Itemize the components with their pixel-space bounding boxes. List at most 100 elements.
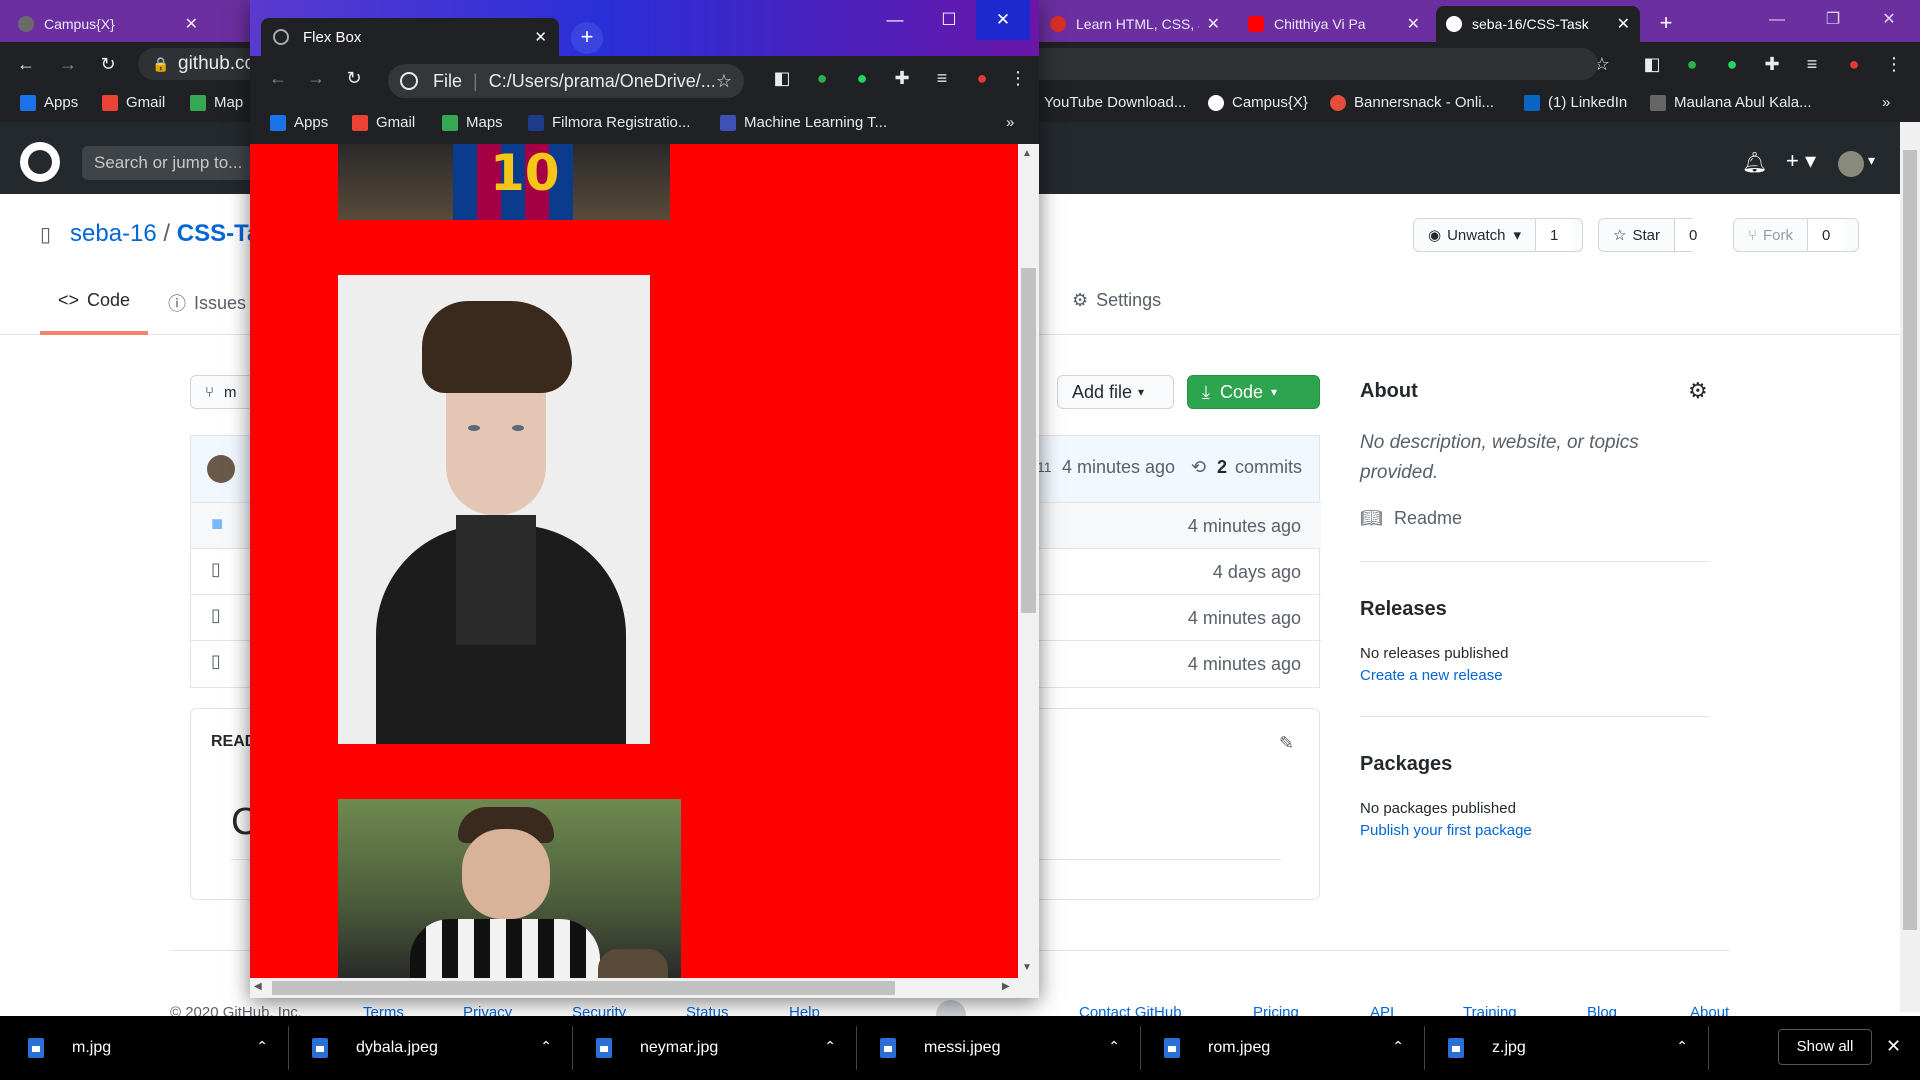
bookmark-machine-learning[interactable]: Machine Learning T...: [720, 114, 887, 131]
tab-issues[interactable]: ⓘ Issues: [168, 290, 246, 316]
new-tab-button[interactable]: +: [1652, 10, 1680, 38]
close-icon[interactable]: ✕: [1207, 14, 1220, 34]
bookmark-bannersnack[interactable]: Bannersnack - Onli...: [1330, 94, 1494, 111]
grammarly-icon[interactable]: ●: [1680, 52, 1704, 76]
star-button[interactable]: ☆ Star 0: [1598, 218, 1712, 252]
scroll-right-icon[interactable]: ▶: [1002, 981, 1010, 992]
grammarly-icon[interactable]: ●: [810, 66, 834, 90]
download-item[interactable]: neymar.jpg ⌃: [596, 1016, 836, 1080]
plus-dropdown-icon[interactable]: + ▾: [1786, 148, 1816, 174]
puzzle-icon[interactable]: ✚: [890, 66, 914, 90]
forward-icon[interactable]: →: [304, 66, 328, 90]
bookmark-maps[interactable]: Maps: [442, 114, 503, 131]
tab-code[interactable]: <> Code: [58, 290, 130, 311]
download-item[interactable]: z.jpg ⌃: [1448, 1016, 1688, 1080]
minimize-icon[interactable]: —: [868, 0, 922, 40]
close-icon[interactable]: ✕: [1407, 14, 1420, 34]
tab-flex-box[interactable]: Flex Box ✕: [261, 18, 559, 56]
pencil-icon[interactable]: ✎: [1279, 733, 1294, 754]
bookmark-campusx[interactable]: Campus{X}: [1208, 94, 1308, 111]
readme-link[interactable]: Readme: [1394, 508, 1462, 529]
bell-icon[interactable]: 🔔︎: [1742, 150, 1767, 175]
close-icon[interactable]: ✕: [534, 28, 547, 46]
unwatch-button[interactable]: ◉ Unwatch ▾ 1: [1413, 218, 1583, 252]
bookmark-maulana[interactable]: Maulana Abul Kala...: [1650, 94, 1812, 111]
restore-icon[interactable]: ❐: [1810, 0, 1856, 40]
info-icon[interactable]: [400, 72, 418, 90]
scroll-down-icon[interactable]: ▼: [1022, 962, 1032, 973]
menu-icon[interactable]: ⋮: [1006, 66, 1030, 90]
chevron-up-icon[interactable]: ⌃: [256, 1038, 268, 1055]
whatsapp-icon[interactable]: ●: [1720, 52, 1744, 76]
github-logo-icon[interactable]: [20, 142, 60, 182]
avatar[interactable]: [1838, 151, 1864, 177]
tab-github[interactable]: seba-16/CSS-Task ✕: [1436, 6, 1640, 42]
media-icon[interactable]: ≡: [1800, 52, 1824, 76]
close-icon[interactable]: ✕: [1617, 14, 1630, 34]
repo-owner-link[interactable]: seba-16: [70, 220, 157, 247]
bookmark-gmail[interactable]: Gmail: [102, 94, 165, 111]
show-all-button[interactable]: Show all: [1778, 1029, 1872, 1065]
bookmark-maps[interactable]: Map: [190, 94, 243, 111]
star-count[interactable]: 0: [1673, 219, 1712, 251]
download-item[interactable]: m.jpg ⌃: [28, 1016, 268, 1080]
popup-horizontal-scrollbar-thumb[interactable]: [272, 981, 895, 995]
close-window-icon[interactable]: ✕: [1866, 0, 1912, 40]
bookmark-apps[interactable]: Apps: [270, 114, 328, 131]
watch-count[interactable]: 1: [1534, 219, 1573, 251]
tab-youtube[interactable]: Chitthiya Vi Pa ✕: [1238, 6, 1430, 42]
extension-icon[interactable]: ◧: [1640, 52, 1664, 76]
maximize-icon[interactable]: ☐: [922, 0, 976, 40]
chevron-up-icon[interactable]: ⌃: [1392, 1038, 1404, 1055]
packages-title[interactable]: Packages: [1360, 753, 1452, 776]
scroll-left-icon[interactable]: ◀: [254, 981, 262, 992]
profile-icon[interactable]: ●: [1842, 52, 1866, 76]
close-icon[interactable]: ✕: [1886, 1036, 1901, 1057]
bookmark-filmora[interactable]: Filmora Registratio...: [528, 114, 690, 131]
minimize-icon[interactable]: —: [1754, 0, 1800, 40]
publish-package-link[interactable]: Publish your first package: [1360, 822, 1532, 839]
tab-settings[interactable]: ⚙ Settings: [1072, 290, 1161, 311]
gear-icon[interactable]: ⚙: [1688, 378, 1708, 404]
commit-hash[interactable]: 11: [1037, 459, 1052, 475]
add-file-button[interactable]: Add file ▾: [1057, 375, 1174, 409]
star-bookmark-icon[interactable]: ☆: [716, 64, 732, 98]
repo-name-link[interactable]: CSS-Ta: [177, 220, 261, 247]
scroll-up-icon[interactable]: ▲: [1022, 148, 1032, 159]
back-icon[interactable]: ←: [266, 66, 290, 90]
forward-icon[interactable]: →: [56, 52, 80, 76]
commit-count[interactable]: 2: [1217, 457, 1227, 478]
profile-icon[interactable]: ●: [970, 66, 994, 90]
chevron-down-icon[interactable]: ▾: [1868, 152, 1875, 169]
chevron-up-icon[interactable]: ⌃: [540, 1038, 552, 1055]
media-icon[interactable]: ≡: [930, 66, 954, 90]
tab-learn-html[interactable]: Learn HTML, CSS, J ✕: [1040, 6, 1230, 42]
bookmark-youtube-download[interactable]: YouTube Download...: [1044, 94, 1186, 111]
avatar[interactable]: [207, 455, 235, 483]
chevron-up-icon[interactable]: ⌃: [1108, 1038, 1120, 1055]
bookmark-linkedin[interactable]: (1) LinkedIn: [1524, 94, 1627, 111]
fork-button[interactable]: ⑂ Fork 0: [1733, 218, 1859, 252]
bookmark-gmail[interactable]: Gmail: [352, 114, 415, 131]
download-item[interactable]: dybala.jpeg ⌃: [312, 1016, 552, 1080]
popup-vertical-scrollbar-thumb[interactable]: [1021, 268, 1036, 613]
create-release-link[interactable]: Create a new release: [1360, 667, 1503, 684]
new-tab-button[interactable]: +: [571, 22, 603, 54]
close-window-icon[interactable]: ✕: [976, 0, 1030, 40]
releases-title[interactable]: Releases: [1360, 598, 1447, 621]
fork-count[interactable]: 0: [1807, 219, 1845, 251]
tab-campusx[interactable]: Campus{X} ✕: [8, 6, 208, 42]
extension-icon[interactable]: ◧: [770, 66, 794, 90]
page-scrollbar-thumb[interactable]: [1903, 150, 1917, 930]
commits-link[interactable]: commits: [1235, 457, 1302, 478]
reload-icon[interactable]: ↻: [96, 52, 120, 76]
more-bookmarks-icon[interactable]: »: [1882, 94, 1890, 111]
download-item[interactable]: rom.jpeg ⌃: [1164, 1016, 1404, 1080]
download-item[interactable]: messi.jpeg ⌃: [880, 1016, 1120, 1080]
close-icon[interactable]: ✕: [185, 14, 198, 34]
more-bookmarks-icon[interactable]: »: [1006, 114, 1014, 131]
bookmark-apps[interactable]: Apps: [20, 94, 78, 111]
whatsapp-icon[interactable]: ●: [850, 66, 874, 90]
puzzle-icon[interactable]: ✚: [1760, 52, 1784, 76]
menu-icon[interactable]: ⋮: [1882, 52, 1906, 76]
